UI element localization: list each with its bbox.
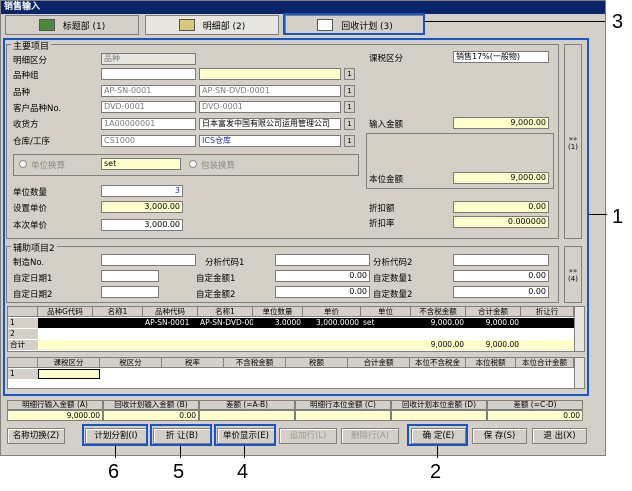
sum-header: 明细行本位金额 (C) <box>295 400 391 410</box>
tab-header-label: 标题部 (1) <box>62 21 106 32</box>
callout-4: 4 <box>237 461 249 483</box>
document-icon <box>178 19 195 31</box>
highlight-detail-area <box>3 38 589 396</box>
tab-header[interactable]: 标题部 (1) <box>5 15 139 35</box>
sum-header: 差额 (=C-D) <box>487 400 583 410</box>
callout-line-6 <box>115 446 116 458</box>
callout-3: 3 <box>612 11 624 33</box>
highlight-confirm <box>407 424 468 446</box>
sum-header: 回收计划本位金额 (D) <box>391 400 487 410</box>
delete-row-button[interactable]: 删除行(A) <box>341 428 399 444</box>
name-switch-button[interactable]: 名称切换(Z) <box>7 428 65 444</box>
highlight-plan-split <box>82 424 148 446</box>
sum-value: 9,000.00 <box>7 410 103 421</box>
add-row-button[interactable]: 追加行(L) <box>279 428 337 444</box>
callout-line-4 <box>244 446 245 458</box>
highlight-tab-3 <box>283 13 425 35</box>
highlight-price-display <box>214 424 276 446</box>
exit-button[interactable]: 退 出(X) <box>532 428 587 444</box>
sum-header: 差额 (=A-B) <box>199 400 295 410</box>
sum-header: 明细行输入金额 (A) <box>7 400 103 410</box>
callout-2: 2 <box>430 461 442 483</box>
sum-value: 0.00 <box>103 410 199 421</box>
sum-value <box>391 410 487 421</box>
save-button[interactable]: 保 存(S) <box>472 428 527 444</box>
callout-1: 1 <box>612 206 624 228</box>
highlight-discount <box>150 424 212 446</box>
callout-line-5 <box>180 446 181 458</box>
callout-line-1 <box>589 214 607 215</box>
callout-6: 6 <box>108 461 120 483</box>
callout-5: 5 <box>173 461 185 483</box>
sum-value <box>199 410 295 421</box>
callout-line-2 <box>437 446 438 458</box>
tab-detail-label: 明细部 (2) <box>202 21 246 32</box>
sum-value: 0.00 <box>487 410 583 421</box>
book-icon <box>38 19 55 31</box>
sum-header: 回收计划输入金额 (B) <box>103 400 199 410</box>
sum-value <box>295 410 391 421</box>
callout-line-3 <box>425 21 605 22</box>
tab-detail[interactable]: 明细部 (2) <box>145 15 279 35</box>
